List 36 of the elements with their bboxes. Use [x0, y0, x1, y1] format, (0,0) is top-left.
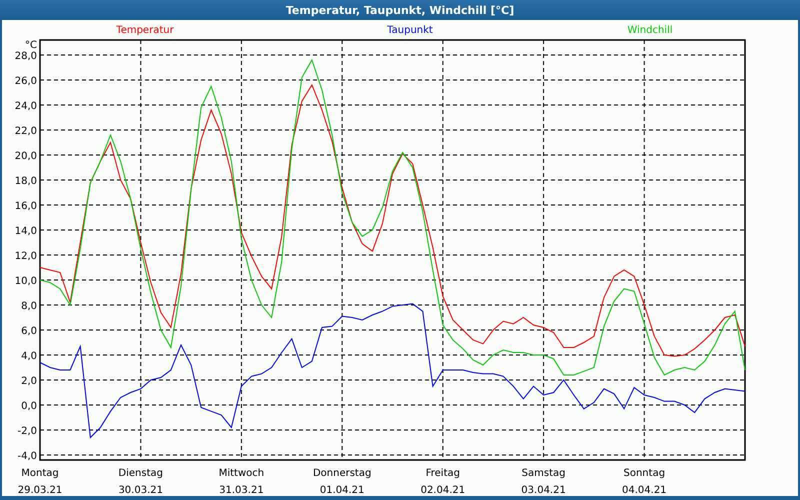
y-tick-label: 28,0 [14, 51, 37, 62]
x-tick-label: Sonntag [624, 468, 666, 479]
y-tick-label: 0,0 [21, 401, 37, 412]
x-tick-label: Donnerstag [312, 468, 372, 479]
y-tick-label: 8,0 [21, 301, 37, 312]
x-tick-label: Freitag [426, 468, 460, 479]
y-tick-label: 14,0 [14, 226, 37, 237]
date-label: 31.03.21 [219, 485, 264, 496]
x-tick-label: Samstag [522, 468, 566, 479]
y-tick-label: 26,0 [14, 76, 37, 87]
y-tick-label: 18,0 [14, 176, 37, 187]
legend-label: Taupunkt [387, 25, 433, 36]
y-tick-label: 16,0 [14, 201, 37, 212]
y-tick-label: 2,0 [21, 376, 37, 387]
legend-label: Windchill [627, 25, 673, 36]
y-tick-label: -4,0 [17, 451, 37, 462]
unit-label: °C [25, 40, 37, 51]
date-label: 03.04.21 [521, 485, 566, 496]
y-tick-label: -2,0 [17, 426, 37, 437]
y-tick-label: 4,0 [21, 351, 37, 362]
y-tick-label: 10,0 [14, 276, 37, 287]
y-tick-label: 6,0 [21, 326, 37, 337]
date-label: 30.03.21 [118, 485, 163, 496]
x-tick-label: Dienstag [118, 468, 163, 479]
y-tick-label: 12,0 [14, 251, 37, 262]
x-tick-label: Mittwoch [218, 468, 264, 479]
y-tick-label: 22,0 [14, 126, 37, 137]
window-title: Temperatur, Taupunkt, Windchill [°C] [0, 0, 800, 20]
date-label: 01.04.21 [320, 485, 364, 496]
date-label: 04.04.21 [622, 485, 667, 496]
x-tick-label: Montag [21, 468, 59, 479]
date-label: 02.04.21 [420, 485, 466, 496]
date-label: 29.03.21 [18, 485, 62, 496]
y-tick-label: 24,0 [14, 101, 37, 112]
legend-label: Temperatur [116, 25, 174, 36]
y-tick-label: 20,0 [14, 151, 37, 162]
